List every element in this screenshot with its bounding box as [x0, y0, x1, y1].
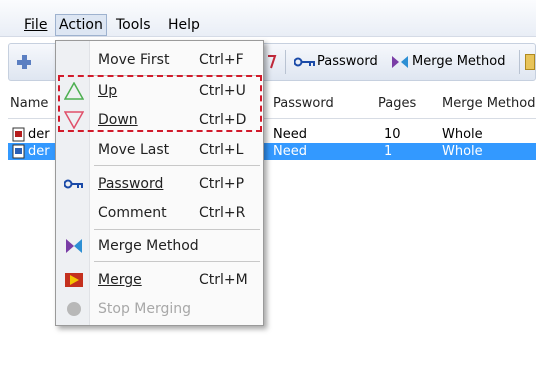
- column-pages[interactable]: Pages: [378, 96, 416, 111]
- key-icon: [293, 56, 316, 68]
- row-name: der: [28, 127, 50, 142]
- menu-bar: File Action Tools Help: [0, 0, 536, 37]
- menu-file[interactable]: File: [24, 17, 47, 33]
- menu-action[interactable]: Action: [55, 14, 107, 36]
- column-password[interactable]: Password: [273, 96, 334, 111]
- row-pages: 10: [384, 127, 401, 142]
- toolbar-merge-method-button[interactable]: Merge Method: [412, 54, 505, 69]
- merge-icon: [64, 271, 84, 289]
- row-password: Need: [273, 127, 307, 142]
- column-name[interactable]: Name: [10, 96, 48, 111]
- pdf-file-icon: [12, 127, 26, 142]
- menu-item-move-first[interactable]: Move First Ctrl+F: [56, 47, 263, 73]
- row-merge-method: Whole: [442, 144, 483, 159]
- menu-item-stop-merging: Stop Merging: [56, 296, 263, 322]
- menu-tools[interactable]: Tools: [116, 17, 151, 33]
- row-name: der: [28, 144, 50, 159]
- menu-item-comment[interactable]: Comment Ctrl+R: [56, 200, 263, 226]
- key-icon: [63, 175, 84, 193]
- merge-method-icon: [391, 55, 409, 69]
- add-icon[interactable]: [15, 53, 33, 71]
- toolbar-red-icon[interactable]: [267, 54, 277, 70]
- highlight-box: [58, 75, 262, 132]
- pdf-file-icon: [12, 144, 26, 159]
- stop-icon: [64, 300, 84, 318]
- menu-help[interactable]: Help: [168, 17, 200, 33]
- merge-method-icon: [64, 237, 84, 255]
- column-merge-method[interactable]: Merge Method: [442, 96, 535, 111]
- menu-item-merge-method[interactable]: Merge Method: [56, 233, 263, 259]
- menu-item-merge[interactable]: Merge Ctrl+M: [56, 267, 263, 293]
- toolbar-overflow-icon[interactable]: [525, 54, 535, 70]
- toolbar-password-button[interactable]: Password: [317, 54, 378, 69]
- menu-item-move-last[interactable]: Move Last Ctrl+L: [56, 137, 263, 163]
- row-password: Need: [273, 144, 307, 159]
- row-merge-method: Whole: [442, 127, 483, 142]
- row-pages: 1: [384, 144, 393, 159]
- menu-item-password[interactable]: Password Ctrl+P: [56, 171, 263, 197]
